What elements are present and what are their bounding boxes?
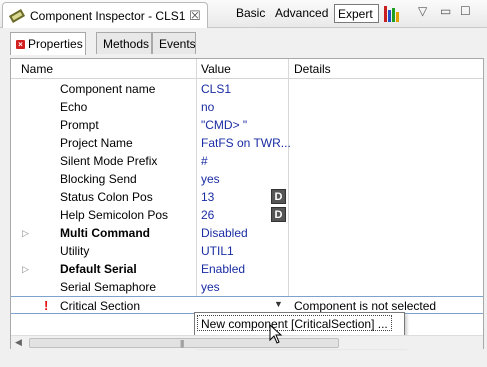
column-header-details[interactable]: Details: [294, 62, 331, 76]
chart-bars-icon[interactable]: [383, 4, 401, 22]
property-name: Prompt: [60, 118, 99, 132]
property-value[interactable]: CLS1: [201, 82, 231, 96]
horizontal-scrollbar[interactable]: ◀ |||: [11, 335, 483, 349]
view-tab[interactable]: Component Inspector - CLS1 ☒: [2, 2, 208, 28]
scroll-left-icon[interactable]: ◀: [15, 337, 22, 348]
expand-arrow-icon[interactable]: ▷: [22, 264, 29, 275]
table-row[interactable]: ▷ Default Serial Enabled: [11, 260, 483, 278]
table-row[interactable]: Echo no: [11, 98, 483, 116]
tab-properties-label: Properties: [28, 37, 83, 51]
tab-methods-label: Methods: [103, 37, 150, 51]
default-value-button[interactable]: D: [271, 207, 286, 222]
property-name: Silent Mode Prefix: [60, 154, 158, 168]
property-name: Status Colon Pos: [60, 190, 153, 204]
advanced-mode-button[interactable]: Advanced: [275, 6, 328, 20]
property-value[interactable]: Disabled: [201, 226, 248, 240]
tab-strip: × Properties Methods Events: [0, 28, 487, 55]
property-value[interactable]: UTIL1: [201, 244, 234, 258]
table-row[interactable]: Silent Mode Prefix #: [11, 152, 483, 170]
column-header-value[interactable]: Value: [201, 62, 231, 76]
table-row[interactable]: Component name CLS1: [11, 80, 483, 98]
property-value[interactable]: FatFS on TWR...: [201, 136, 291, 150]
expand-arrow-icon[interactable]: ▷: [22, 228, 29, 239]
table-row[interactable]: Project Name FatFS on TWR...: [11, 134, 483, 152]
table-header: Name Value Details: [11, 59, 483, 79]
grip-icon: |||: [180, 339, 184, 348]
maximize-icon[interactable]: ☐: [460, 4, 471, 18]
table-row[interactable]: Prompt "CMD> ": [11, 116, 483, 134]
property-details: Component is not selected: [294, 299, 437, 313]
table-row[interactable]: Status Colon Pos 13 D: [11, 188, 483, 206]
error-icon: !: [44, 298, 49, 313]
tab-events[interactable]: Events: [152, 32, 196, 54]
property-value[interactable]: "CMD> ": [201, 118, 247, 132]
property-value[interactable]: yes: [201, 280, 220, 294]
mouse-cursor-icon: [269, 324, 283, 344]
property-name: Multi Command: [60, 226, 150, 240]
property-name: Serial Semaphore: [60, 280, 157, 294]
column-header-name[interactable]: Name: [21, 62, 53, 76]
tab-properties[interactable]: × Properties: [10, 32, 86, 55]
property-value[interactable]: no: [201, 100, 214, 114]
properties-table: Name Value Details Component name CLS1 E…: [10, 58, 484, 349]
property-name: Critical Section: [60, 299, 141, 313]
expert-mode-button[interactable]: Expert: [334, 4, 379, 23]
property-value[interactable]: yes: [201, 172, 220, 186]
close-icon[interactable]: ☒: [189, 8, 201, 24]
tab-methods[interactable]: Methods: [96, 32, 152, 54]
dropdown-option-new-component[interactable]: New component [CriticalSection] ...: [197, 315, 392, 331]
table-row[interactable]: Serial Semaphore yes: [11, 278, 483, 296]
table-row[interactable]: Utility UTIL1: [11, 242, 483, 260]
error-icon: ×: [16, 40, 25, 49]
property-name: Project Name: [60, 136, 133, 150]
property-name: Utility: [60, 244, 90, 258]
property-name: Component name: [60, 82, 156, 96]
default-value-button[interactable]: D: [271, 189, 286, 204]
view-title: Component Inspector - CLS1: [30, 9, 186, 23]
basic-mode-button[interactable]: Basic: [236, 6, 265, 20]
property-value[interactable]: 13: [201, 190, 214, 204]
scrollbar-thumb[interactable]: |||: [29, 338, 339, 348]
property-value[interactable]: 26: [201, 208, 214, 222]
property-name: Blocking Send: [60, 172, 137, 186]
minimize-icon[interactable]: ▭: [440, 4, 451, 18]
view-menu-icon[interactable]: ▽: [418, 4, 427, 18]
tab-events-label: Events: [159, 37, 196, 51]
component-inspector-icon: [9, 9, 25, 23]
property-value[interactable]: #: [201, 154, 208, 168]
title-bar: Component Inspector - CLS1 ☒ Basic Advan…: [0, 0, 487, 28]
table-row[interactable]: Blocking Send yes: [11, 170, 483, 188]
table-row[interactable]: ▷ Multi Command Disabled: [11, 224, 483, 242]
chevron-down-icon[interactable]: ▼: [274, 299, 283, 309]
property-name: Default Serial: [60, 262, 137, 276]
table-row[interactable]: Help Semicolon Pos 26 D: [11, 206, 483, 224]
property-name: Help Semicolon Pos: [60, 208, 169, 222]
property-value[interactable]: Enabled: [201, 262, 245, 276]
property-name: Echo: [60, 100, 88, 114]
